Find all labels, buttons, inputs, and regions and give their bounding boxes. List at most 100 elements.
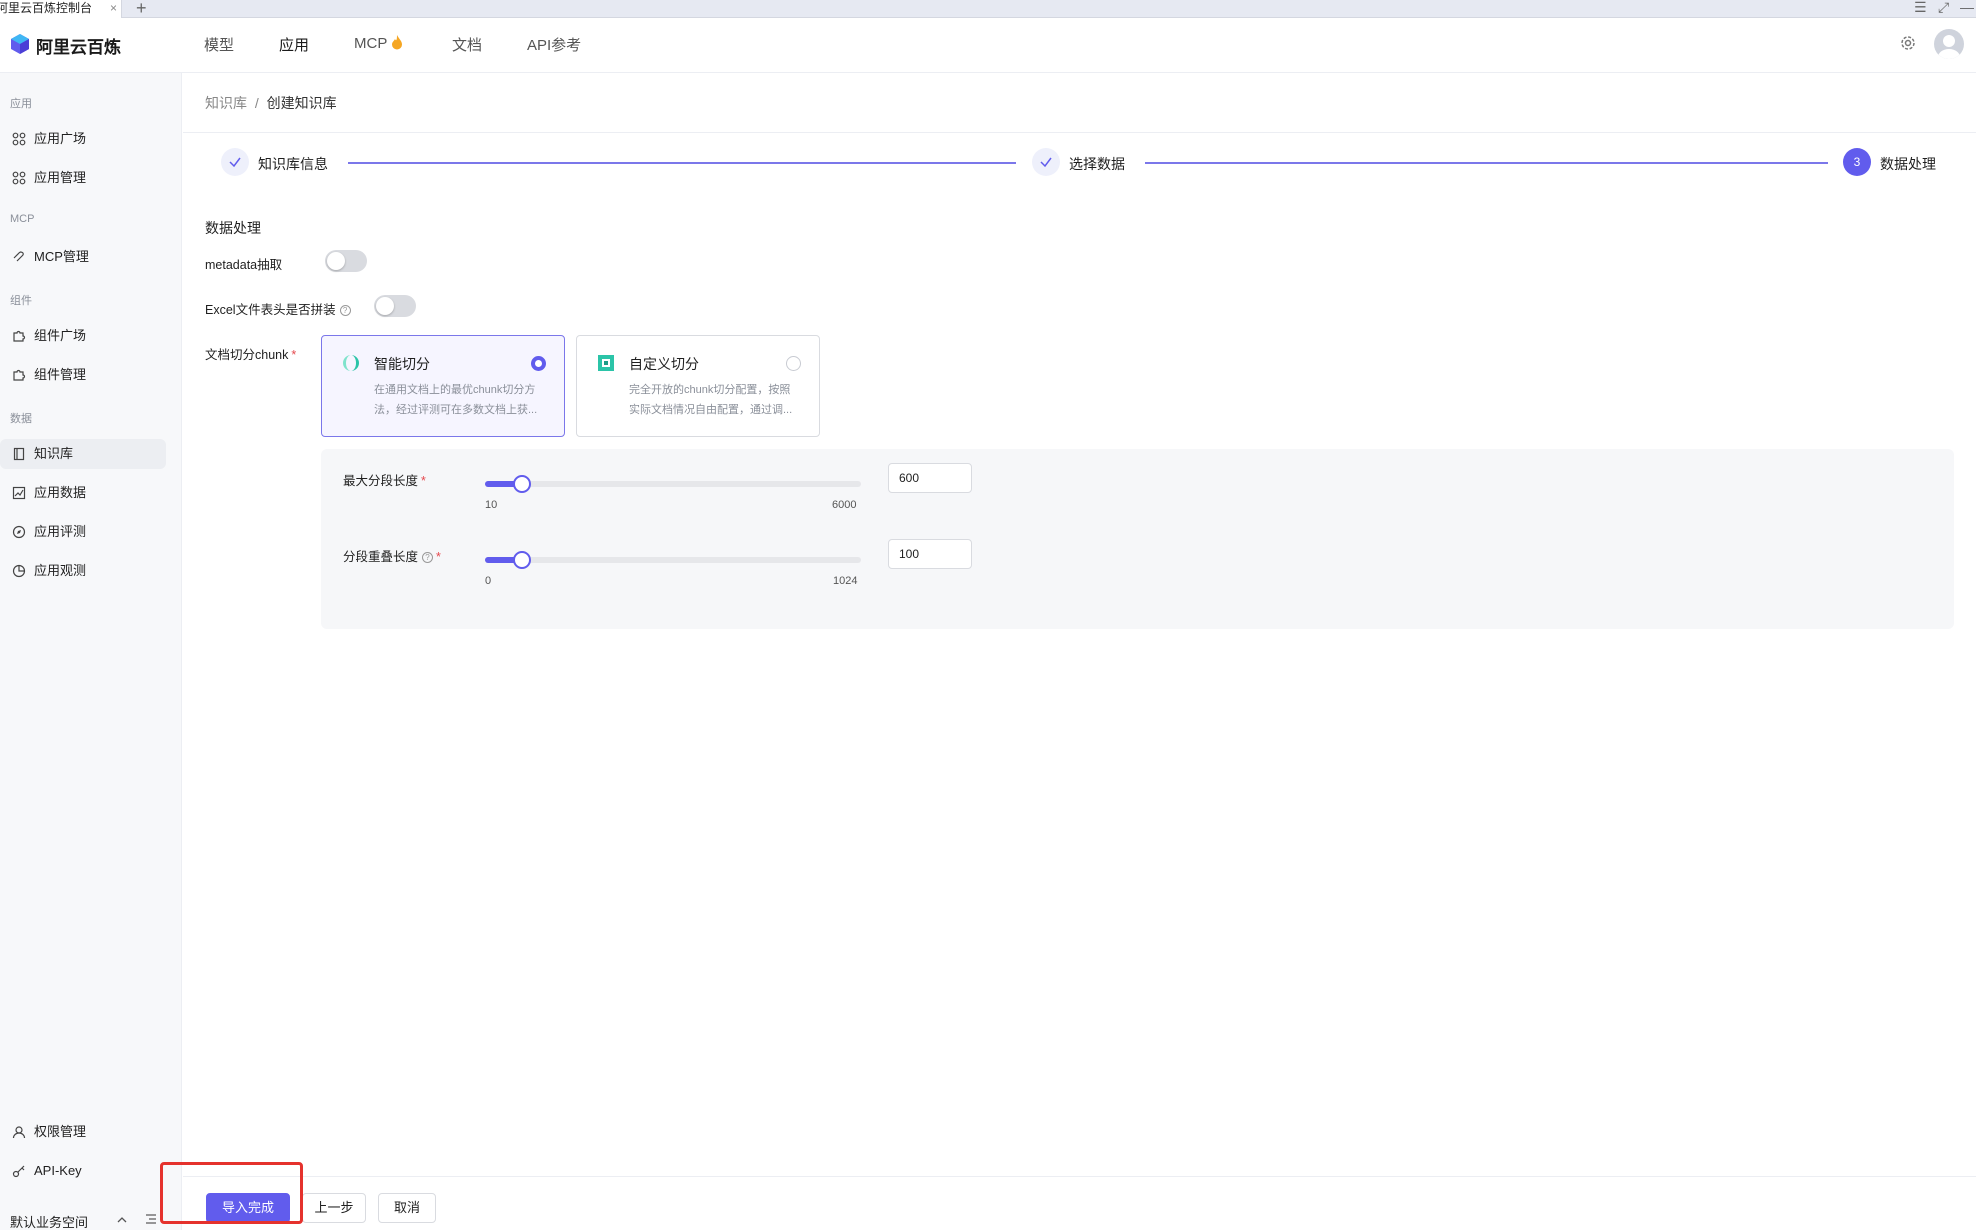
step-1-indicator [221, 148, 249, 176]
nav-item-models[interactable]: 模型 [204, 34, 234, 55]
top-nav: 阿里云百炼 模型 应用 MCP 文档 API参考 [0, 18, 1976, 73]
sidebar-item-label: MCP管理 [34, 249, 89, 264]
excel-header-label-text: Excel文件表头是否拼装 [205, 303, 336, 317]
smart-chunk-card[interactable]: 智能切分 在通用文档上的最优chunk切分方 法，经过评测可在多数文档上获... [321, 335, 565, 437]
required-mark: * [436, 550, 441, 564]
previous-step-button[interactable]: 上一步 [302, 1193, 366, 1223]
sidebar-item-label: 应用观测 [34, 563, 87, 578]
collapse-menu-icon[interactable] [145, 1213, 157, 1225]
browser-tab[interactable]: 阿里云百炼控制台 × [0, 0, 122, 18]
custom-chunk-card[interactable]: 自定义切分 完全开放的chunk切分配置，按照 实际文档情况自由配置，通过调..… [576, 335, 820, 437]
card-desc-line: 在通用文档上的最优chunk切分方 [374, 384, 536, 396]
workspace-selector[interactable]: 默认业务空间 [10, 1212, 88, 1231]
help-icon[interactable]: ? [339, 305, 351, 316]
breadcrumb-parent[interactable]: 知识库 [205, 95, 247, 111]
pie-chart-icon [12, 564, 26, 578]
excel-header-toggle[interactable] [374, 295, 416, 317]
sidebar-item-app-data[interactable]: 应用数据 [0, 478, 166, 508]
chunk-label-text: 文档切分chunk [205, 348, 289, 362]
nav-item-mcp-label: MCP [354, 35, 388, 52]
nav-item-apps[interactable]: 应用 [279, 34, 309, 55]
sidebar-item-app-eval[interactable]: 应用评测 [0, 517, 166, 547]
metadata-label: metadata抽取 [205, 258, 283, 272]
radio-unselected[interactable] [786, 356, 801, 371]
overlap-length-label: 分段重叠长度? * [343, 546, 441, 565]
nav-item-docs[interactable]: 文档 [452, 34, 482, 55]
menu-icon[interactable]: ☰ [1914, 0, 1927, 16]
nav-item-mcp[interactable]: MCP [354, 34, 404, 52]
nav-item-api-reference[interactable]: API参考 [527, 34, 581, 55]
step-2-indicator [1032, 148, 1060, 176]
breadcrumb-separator: / [254, 95, 259, 111]
max-length-slider-thumb[interactable] [513, 475, 532, 493]
max-length-slider[interactable] [485, 475, 861, 493]
brand-logo-icon [11, 34, 29, 54]
cancel-button[interactable]: 取消 [378, 1193, 436, 1223]
section-title: 数据处理 [205, 220, 261, 236]
sidebar-group-mcp: MCP [10, 213, 35, 225]
grid-icon [12, 171, 26, 185]
max-length-max: 6000 [832, 499, 857, 511]
sidebar-item-label: API-Key [34, 1163, 82, 1178]
overlap-length-label-text: 分段重叠长度 [343, 550, 419, 564]
minimize-icon[interactable]: — [1960, 0, 1974, 15]
sidebar-group-component: 组件 [10, 295, 32, 307]
puzzle-icon [13, 369, 26, 381]
settings-icon[interactable] [1898, 33, 1918, 53]
sidebar-item-label: 应用广场 [34, 131, 87, 146]
toggle-knob [327, 252, 345, 270]
footer-divider [183, 1176, 1976, 1177]
overlap-length-max: 1024 [833, 575, 858, 587]
max-length-min: 10 [485, 499, 498, 511]
step-3-label: 数据处理 [1880, 156, 1936, 172]
step-2-label: 选择数据 [1069, 156, 1125, 172]
sidebar-item-permission[interactable]: 权限管理 [0, 1117, 166, 1147]
step-connector-1 [348, 162, 1016, 164]
new-tab-icon[interactable]: + [136, 0, 147, 19]
check-icon [229, 157, 241, 168]
user-icon [1938, 35, 1960, 59]
maximize-icon[interactable]: ⤢ [1938, 0, 1949, 16]
max-length-input[interactable]: 600 [888, 463, 972, 493]
sidebar-item-component-manage[interactable]: 组件管理 [0, 360, 166, 390]
grid-icon [12, 132, 26, 146]
mcp-icon [13, 251, 24, 262]
step-connector-2 [1145, 162, 1828, 164]
sidebar-item-label: 组件管理 [34, 367, 87, 382]
card-desc-line: 完全开放的chunk切分配置，按照 [629, 384, 791, 396]
browser-tab-strip: 阿里云百炼控制台 × + ☰ ⤢ — [0, 0, 1976, 18]
sidebar-item-label: 知识库 [34, 446, 74, 461]
sidebar-item-label: 组件广场 [34, 328, 87, 343]
sidebar-item-app-observe[interactable]: 应用观测 [0, 556, 166, 586]
sidebar-item-app-manage[interactable]: 应用管理 [0, 163, 166, 193]
sidebar-item-component-square[interactable]: 组件广场 [0, 321, 166, 351]
breadcrumb: 知识库 / 创建知识库 [205, 93, 337, 113]
sidebar-item-app-square[interactable]: 应用广场 [0, 124, 166, 154]
card-title: 自定义切分 [629, 356, 699, 372]
help-icon[interactable]: ? [422, 552, 434, 563]
sidebar-item-knowledge-base[interactable]: 知识库 [0, 439, 166, 469]
chevron-up-icon[interactable] [116, 1216, 128, 1224]
card-desc-line: 法，经过评测可在多数文档上获... [374, 404, 538, 416]
brand-name[interactable]: 阿里云百炼 [36, 33, 121, 58]
chunk-config-panel: 最大分段长度 * 10 6000 600 分段重叠长度? * 0 1024 100 [321, 449, 1954, 629]
overlap-length-slider-thumb[interactable] [512, 551, 531, 569]
sidebar-item-label: 权限管理 [34, 1124, 87, 1139]
check-icon [1040, 157, 1052, 168]
smart-split-icon [343, 355, 359, 371]
book-icon [13, 447, 25, 461]
card-desc-line: 实际文档情况自由配置，通过调... [629, 404, 793, 416]
chart-icon [12, 486, 26, 500]
overlap-length-input[interactable]: 100 [888, 539, 972, 569]
overlap-length-slider[interactable] [485, 551, 861, 569]
metadata-toggle[interactable] [325, 250, 367, 272]
overlap-length-min: 0 [485, 575, 492, 587]
sidebar-item-label: 应用评测 [34, 524, 87, 539]
close-tab-icon[interactable]: × [110, 0, 117, 16]
sidebar-item-mcp-manage[interactable]: MCP管理 [0, 242, 166, 272]
highlight-box [160, 1162, 303, 1224]
user-avatar[interactable] [1934, 29, 1964, 59]
radio-selected[interactable] [531, 356, 546, 371]
compass-icon [12, 525, 26, 539]
sidebar-item-api-key[interactable]: API-Key [0, 1156, 166, 1186]
